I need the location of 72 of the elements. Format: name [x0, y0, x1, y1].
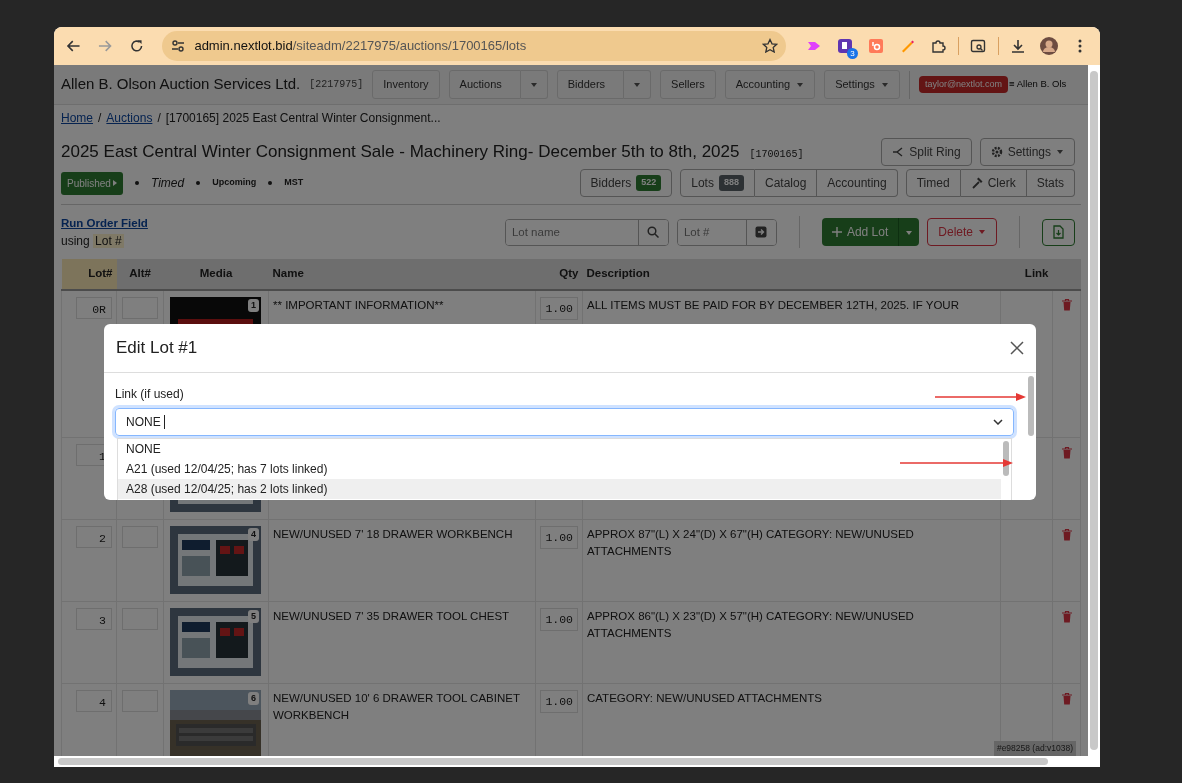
account-id: [2217975]: [309, 78, 364, 92]
user-badge[interactable]: taylor@nextlot.com: [918, 75, 1009, 94]
brand-name[interactable]: Allen B. Olson Auction Services Ltd.: [61, 73, 301, 96]
nav-button[interactable]: Sellers: [660, 70, 716, 99]
field-label: Link (if used): [115, 386, 184, 403]
lot-name: NEW/UNUSED 7' 35 DRAWER TOOL CHEST: [273, 610, 510, 622]
column-header: Qty: [535, 259, 583, 290]
lot-number-field[interactable]: 0R: [76, 296, 112, 319]
breadcrumb-link[interactable]: Home: [61, 109, 93, 127]
tab-button[interactable]: Lots 888: [680, 169, 755, 197]
user-name[interactable]: ≡ Allen B. Ols: [1009, 77, 1067, 92]
breadcrumb-current: [1700165] 2025 East Central Winter Consignment...: [165, 110, 441, 127]
tab-button[interactable]: Bidders 522: [579, 169, 673, 197]
version-badge: #e98258 (ad:v1038): [993, 741, 1076, 756]
search-field[interactable]: Lot name: [504, 218, 669, 246]
count-badge: 522: [636, 175, 662, 191]
sort-link[interactable]: Run Order Field: [61, 217, 148, 229]
url-text: admin.nextlot.bid/siteadm/2217975/auctions/1700165/lots: [194, 37, 528, 56]
column-header: Media: [163, 259, 269, 290]
add-lot-button[interactable]: Add Lot: [821, 218, 899, 247]
breadcrumb-separator: /: [157, 110, 161, 127]
status-text: Upcoming: [212, 176, 257, 190]
lot-description: ALL ITEMS MUST BE PAID FOR BY DECEMBER 12TH, 2025. IF YOUR: [587, 298, 959, 311]
breadcrumb-link[interactable]: Auctions: [106, 109, 153, 127]
nav-button[interactable]: Auctions: [448, 70, 521, 99]
status-text: MST: [284, 176, 304, 190]
tab-button[interactable]: Clerk: [960, 169, 1027, 197]
notification-badge: 3: [847, 48, 858, 59]
sort-label: using: [61, 234, 90, 249]
dropdown-option[interactable]: NONE: [118, 439, 1001, 459]
action-button[interactable]: Split Ring: [881, 138, 972, 166]
lot-number-field[interactable]: Lot #: [676, 218, 777, 246]
column-header: Alt#: [116, 259, 164, 290]
lot-name: NEW/UNUSED 7' 18 DRAWER WORKBENCH: [273, 528, 513, 540]
breadcrumb-separator: /: [98, 110, 102, 127]
link-select-field[interactable]: NONE: [115, 408, 1014, 436]
quantity-field[interactable]: 1.00: [540, 690, 578, 714]
action-button[interactable]: Settings: [979, 138, 1075, 166]
status-badge[interactable]: Published: [61, 171, 123, 195]
tab-button[interactable]: Stats: [1026, 169, 1075, 197]
status-text: Timed: [150, 175, 185, 192]
nav-dropdown[interactable]: Accounting: [724, 70, 816, 99]
column-header: Name: [268, 259, 536, 290]
modal-title: Edit Lot #1: [116, 337, 198, 359]
nav-button[interactable]: Bidders: [556, 70, 625, 99]
lot-description: CATEGORY: NEW/UNUSED ATTACHMENTS: [587, 692, 822, 704]
tab-button[interactable]: Catalog: [754, 169, 818, 197]
quantity-field[interactable]: 1.00: [540, 526, 578, 550]
count-badge: 888: [718, 175, 744, 191]
tab-button[interactable]: Timed: [905, 169, 961, 197]
auction-id: [1700165]: [749, 147, 804, 162]
page-title: 2025 East Central Winter Consignment Sale - Machinery Ring- December 5th to 8th, 2025: [61, 141, 740, 163]
quantity-field[interactable]: 1.00: [540, 608, 578, 632]
lot-number-field[interactable]: 4: [76, 690, 112, 712]
dropdown-option[interactable]: A28 (used 12/04/25; has 2 lots linked): [118, 479, 1001, 499]
address-bar[interactable]: admin.nextlot.bid/siteadm/2217975/auctions/1700165/lots: [162, 31, 787, 61]
dropdown-option[interactable]: A21 (used 12/04/25; has 7 lots linked): [118, 459, 1001, 479]
sort-field: Lot #: [93, 234, 124, 249]
column-header: Link: [1000, 259, 1053, 290]
lot-description: APPROX 87"(L) X 24"(D) X 67"(H) CATEGORY: NEW/UNUSED ATTACHMENTS: [587, 528, 914, 558]
lot-description: APPROX 86"(L) X 23"(D) X 57"(H) CATEGORY: NEW/UNUSED ATTACHMENTS: [587, 610, 914, 640]
lot-number-field[interactable]: 2: [76, 526, 112, 548]
lot-name: ** IMPORTANT INFORMATION**: [273, 298, 444, 311]
lot-name: NEW/UNUSED 10' 6 DRAWER TOOL CABINET WORKBENCH: [273, 692, 520, 722]
column-header: Lot#: [61, 259, 117, 290]
nav-button[interactable]: Inventory: [372, 70, 440, 99]
column-header: Description: [582, 259, 1001, 290]
quantity-field[interactable]: 1.00: [540, 296, 578, 320]
nav-dropdown[interactable]: Settings: [824, 70, 900, 99]
lot-number-field[interactable]: 3: [76, 608, 112, 630]
tab-button[interactable]: Accounting: [817, 169, 898, 197]
delete-button[interactable]: Delete: [927, 218, 997, 247]
